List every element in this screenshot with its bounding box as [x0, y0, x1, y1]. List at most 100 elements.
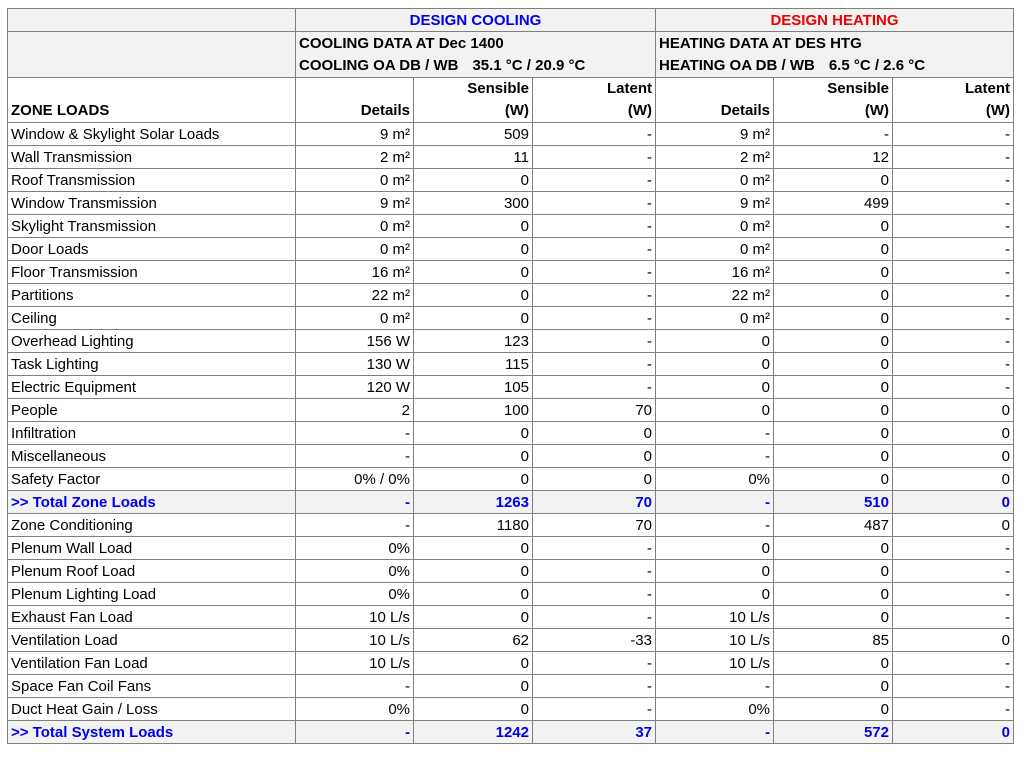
cooling-latent-cell: - — [532, 536, 656, 560]
heating-sensible-cell: 85 — [773, 628, 893, 652]
heating-details-cell: 10 L/s — [655, 605, 774, 629]
row-label: Plenum Lighting Load — [7, 582, 296, 606]
cooling-details-cell: 130 W — [295, 352, 414, 376]
heating-latent-heading: Latent (W) — [892, 77, 1014, 123]
cooling-details-cell: 2 — [295, 398, 414, 422]
table-row: Electric Equipment 120 W 105-0 0- — [7, 375, 1014, 399]
cooling-details-cell: 0% / 0% — [295, 467, 414, 491]
row-label: Zone Conditioning — [7, 513, 296, 537]
row-label: Wall Transmission — [7, 145, 296, 169]
heating-sensible-heading-line1: Sensible — [827, 80, 889, 97]
heating-sensible-cell: 0 — [773, 536, 893, 560]
heating-latent-cell: - — [892, 536, 1014, 560]
cooling-latent-cell: - — [532, 237, 656, 261]
heating-latent-cell: - — [892, 306, 1014, 330]
row-label: Ventilation Fan Load — [7, 651, 296, 675]
cooling-sensible-cell: 0 — [413, 283, 533, 307]
cooling-latent-cell: - — [532, 260, 656, 284]
heating-sensible-cell: 0 — [773, 651, 893, 675]
row-label: Roof Transmission — [7, 168, 296, 192]
heating-conditions: HEATING DATA AT DES HTG HEATING OA DB / … — [655, 31, 1014, 78]
cooling-latent-heading-line1: Latent — [607, 80, 652, 97]
cooling-details-cell: - — [295, 444, 414, 468]
cooling-sensible-cell: 0 — [413, 582, 533, 606]
cooling-sensible-heading-line1: Sensible — [467, 80, 529, 97]
cooling-details-cell: 16 m² — [295, 260, 414, 284]
cooling-latent-cell: 0 — [532, 444, 656, 468]
heating-details-cell: 0 — [655, 329, 774, 353]
cooling-details-heading: Details — [295, 77, 414, 123]
heating-sensible-heading-line2: (W) — [864, 102, 889, 119]
heating-sensible-cell: 0 — [773, 467, 893, 491]
heating-sensible-cell: 0 — [773, 674, 893, 698]
zone-loads-table: DESIGN COOLING DESIGN HEATING COOLING DA… — [7, 8, 1014, 744]
cooling-latent-cell: - — [532, 605, 656, 629]
table-row: People 2 100 70 0 0 0 — [7, 398, 1014, 422]
cooling-sensible-cell: 0 — [413, 697, 533, 721]
table-row: Ventilation Load 10 L/s 62 -33 10 L/s 85 0 — [7, 628, 1014, 652]
cooling-details-cell: - — [295, 513, 414, 537]
cooling-data-at: COOLING DATA AT Dec 1400 — [299, 35, 504, 52]
heating-sensible-cell: 510 — [773, 490, 893, 514]
cooling-sensible-cell: 0 — [413, 674, 533, 698]
heating-latent-heading-line1: Latent — [965, 80, 1010, 97]
heating-details-heading: Details — [655, 77, 774, 123]
table-row: Zone Conditioning -1180 70-487 0 — [7, 513, 1014, 537]
cooling-sensible-cell: 1263 — [413, 490, 533, 514]
heating-sensible-cell: 0 — [773, 168, 893, 192]
heating-details-cell: 10 L/s — [655, 628, 774, 652]
heating-sensible-cell: 0 — [773, 697, 893, 721]
heating-details-cell: - — [655, 421, 774, 445]
cooling-sensible-cell: 1180 — [413, 513, 533, 537]
cooling-oa-row: COOLING OA DB / WB 35.1 °C / 20.9 °C — [299, 55, 652, 77]
cooling-details-cell: 2 m² — [295, 145, 414, 169]
heating-sensible-cell: 487 — [773, 513, 893, 537]
cooling-latent-cell: - — [532, 122, 656, 146]
heating-sensible-cell: 0 — [773, 398, 893, 422]
heating-sensible-cell: 0 — [773, 214, 893, 238]
cooling-details-cell: - — [295, 490, 414, 514]
cooling-latent-cell: - — [532, 582, 656, 606]
cooling-sensible-cell: 105 — [413, 375, 533, 399]
row-label: Duct Heat Gain / Loss — [7, 697, 296, 721]
cooling-details-cell: 0 m² — [295, 214, 414, 238]
heating-details-cell: 9 m² — [655, 191, 774, 215]
cooling-details-cell: 0 m² — [295, 168, 414, 192]
heating-latent-cell: - — [892, 168, 1014, 192]
table-row: Door Loads 0 m² 0-0 m² 0- — [7, 237, 1014, 261]
heating-latent-cell: - — [892, 559, 1014, 583]
table-row: Window & Skylight Solar Loads 9 m² 509-9 m… — [7, 122, 1014, 146]
table-row: Overhead Lighting 156 W 123-0 0- — [7, 329, 1014, 353]
heating-sensible-cell: 0 — [773, 605, 893, 629]
cooling-details-cell: 22 m² — [295, 283, 414, 307]
cooling-latent-cell: - — [532, 674, 656, 698]
cooling-details-cell: 0% — [295, 582, 414, 606]
cooling-sensible-cell: 0 — [413, 605, 533, 629]
heating-details-cell: 0 — [655, 352, 774, 376]
cooling-latent-cell: - — [532, 306, 656, 330]
heating-latent-cell: - — [892, 283, 1014, 307]
row-label: Door Loads — [7, 237, 296, 261]
row-label: Ventilation Load — [7, 628, 296, 652]
cooling-sensible-cell: 100 — [413, 398, 533, 422]
heating-data-at: HEATING DATA AT DES HTG — [659, 35, 862, 52]
row-label: Plenum Wall Load — [7, 536, 296, 560]
heating-latent-cell: - — [892, 237, 1014, 261]
heating-sensible-cell: 0 — [773, 352, 893, 376]
heating-sensible-cell: 499 — [773, 191, 893, 215]
cooling-latent-cell: -33 — [532, 628, 656, 652]
heating-sensible-cell: - — [773, 122, 893, 146]
heating-latent-cell: - — [892, 605, 1014, 629]
row-label: Skylight Transmission — [7, 214, 296, 238]
heating-oa-row: HEATING OA DB / WB 6.5 °C / 2.6 °C — [659, 55, 1010, 77]
cooling-sensible-cell: 62 — [413, 628, 533, 652]
heating-details-cell: 0 — [655, 582, 774, 606]
heating-sensible-cell: 0 — [773, 306, 893, 330]
table-row: Duct Heat Gain / Loss 0% 0-0% 0- — [7, 697, 1014, 721]
heating-latent-cell: - — [892, 697, 1014, 721]
table-row: Space Fan Coil Fans -0- -0- — [7, 674, 1014, 698]
heating-details-cell: 10 L/s — [655, 651, 774, 675]
heating-details-cell: 0 — [655, 559, 774, 583]
heating-latent-cell: - — [892, 260, 1014, 284]
header-blank-cell — [7, 31, 296, 78]
